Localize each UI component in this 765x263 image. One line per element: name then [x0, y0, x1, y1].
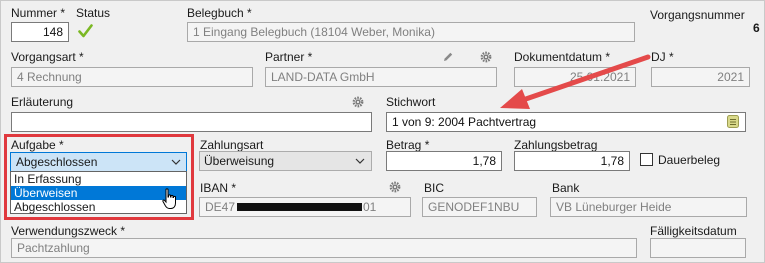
erlaeuterung-field[interactable] — [11, 112, 372, 132]
gear-icon[interactable] — [480, 51, 492, 63]
bic-field[interactable]: GENODEF1NBU — [422, 197, 537, 217]
dokumentdatum-field[interactable]: 25.01.2021 — [514, 67, 636, 87]
zahlungsbetrag-field[interactable]: 1,78 — [514, 151, 630, 171]
stichwort-field[interactable]: 1 von 9: 2004 Pachtvertrag — [386, 112, 746, 132]
bic-label: BIC — [424, 181, 445, 195]
vorgangsnummer-label: Vorgangsnummer — [650, 8, 745, 22]
iban-value-end: 01 — [363, 200, 377, 214]
nummer-label: Nummer * — [11, 6, 66, 20]
bank-field[interactable]: VB Lüneburger Heide — [550, 197, 747, 217]
vorgangsnummer-value: 6 — [753, 21, 760, 35]
partner-label: Partner * — [265, 50, 313, 64]
highlight-box — [4, 134, 194, 220]
vorgangsart-label: Vorgangsart * — [11, 50, 84, 64]
betrag-label: Betrag * — [386, 138, 430, 152]
erlaeuterung-label: Erläuterung — [11, 95, 74, 109]
faelligkeitsdatum-field[interactable] — [650, 238, 746, 258]
gear-icon[interactable] — [389, 181, 401, 193]
redaction-bar — [237, 203, 362, 211]
dj-field[interactable]: 2021 — [651, 67, 750, 87]
bank-label: Bank — [552, 181, 580, 195]
zahlungsbetrag-label: Zahlungsbetrag — [514, 138, 598, 152]
iban-value-start: DE47 — [205, 200, 236, 214]
zahlungsart-value: Überweisung — [204, 154, 275, 168]
verwendungszweck-label: Verwendungszweck * — [11, 224, 126, 238]
zahlungsart-select[interactable]: Überweisung — [199, 151, 372, 171]
gear-icon[interactable] — [352, 96, 364, 108]
belegbuch-label: Belegbuch * — [187, 6, 252, 20]
chevron-down-icon — [355, 158, 365, 164]
dauerbeleg-label: Dauerbeleg — [658, 153, 721, 167]
checkmark-icon — [78, 24, 93, 38]
dj-label: DJ * — [651, 50, 674, 64]
belegbuch-field[interactable]: 1 Eingang Belegbuch (18104 Weber, Monika… — [187, 22, 635, 42]
nummer-field[interactable]: 148 — [11, 22, 69, 42]
zahlungsart-label: Zahlungsart — [200, 138, 264, 152]
partner-field[interactable]: LAND-DATA GmbH — [265, 67, 497, 87]
verwendungszweck-field[interactable]: Pachtzahlung — [11, 238, 637, 258]
vorgangsart-field[interactable]: 4 Rechnung — [11, 67, 253, 87]
notes-icon[interactable] — [727, 115, 739, 128]
stichwort-label: Stichwort — [386, 95, 436, 109]
betrag-field[interactable]: 1,78 — [386, 151, 502, 171]
iban-field[interactable]: DE47 01 — [199, 197, 411, 217]
status-label: Status — [76, 6, 111, 20]
dokumentdatum-label: Dokumentdatum * — [514, 50, 611, 64]
iban-label: IBAN * — [200, 181, 237, 195]
dauerbeleg-checkbox[interactable] — [640, 153, 653, 166]
faelligkeitsdatum-label: Fälligkeitsdatum — [650, 224, 737, 238]
stichwort-value: 1 von 9: 2004 Pachtvertrag — [392, 115, 537, 129]
pencil-icon[interactable] — [442, 51, 454, 63]
